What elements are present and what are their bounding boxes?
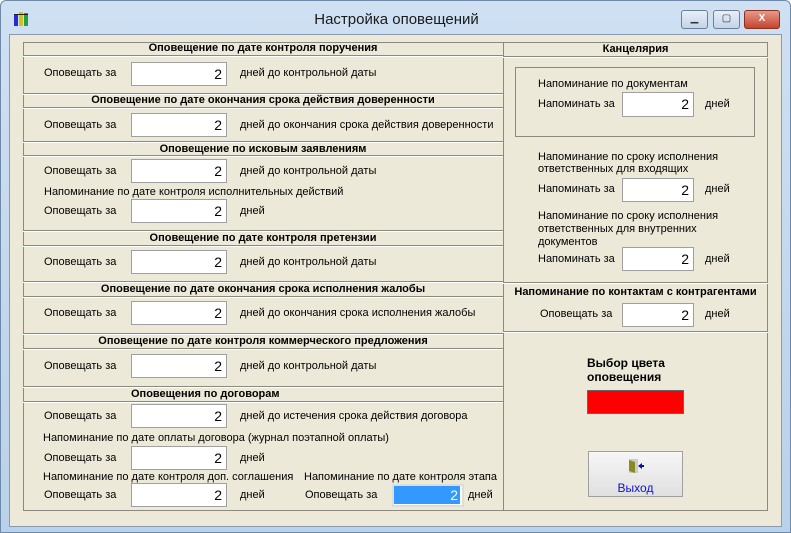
section-title: Канцелярия bbox=[602, 43, 669, 55]
window-title: Настройка оповещений bbox=[314, 11, 479, 28]
label: дней до контрольной даты bbox=[240, 360, 377, 372]
label: дней bbox=[705, 183, 730, 195]
label: ответственных для входящих bbox=[538, 163, 689, 175]
divider bbox=[503, 56, 768, 58]
label: Напоминание по сроку исполнения bbox=[538, 151, 719, 163]
section-title: Оповещение по дате контроля поручения bbox=[148, 42, 378, 54]
label: Напоминание по сроку исполнения bbox=[538, 210, 719, 222]
label: Напоминать за bbox=[538, 183, 615, 195]
order-control-days-input[interactable]: 2 bbox=[131, 62, 227, 86]
maximize-button[interactable]: ▢ bbox=[713, 10, 740, 29]
divider bbox=[503, 331, 768, 333]
label: документов bbox=[538, 236, 598, 248]
label: дней до контрольной даты bbox=[240, 165, 377, 177]
label: Напоминать за bbox=[538, 98, 615, 110]
label: дней bbox=[240, 205, 265, 217]
label: дней bbox=[240, 452, 265, 464]
label: дней bbox=[468, 489, 493, 501]
label: Оповещать за bbox=[44, 67, 117, 79]
exit-button[interactable]: Выход bbox=[588, 451, 683, 497]
section-title: Оповещение по дате окончания срока испол… bbox=[100, 283, 426, 295]
label: Напоминание по дате контроля доп. соглаш… bbox=[43, 471, 294, 483]
divider bbox=[23, 155, 503, 157]
label: Оповещать за bbox=[44, 205, 117, 217]
label: дней bbox=[240, 489, 265, 501]
label: Напоминать за bbox=[538, 253, 615, 265]
divider bbox=[23, 107, 503, 109]
lawsuit-days-input[interactable]: 2 bbox=[131, 159, 227, 183]
label: дней до контрольной даты bbox=[240, 256, 377, 268]
column-divider bbox=[503, 42, 504, 511]
label: Оповещать за bbox=[44, 256, 117, 268]
label: оповещения bbox=[587, 370, 662, 384]
label: дней bbox=[705, 98, 730, 110]
exit-label: Выход bbox=[617, 481, 654, 495]
complaint-days-input[interactable]: 2 bbox=[131, 301, 227, 325]
label: Оповещать за bbox=[44, 452, 117, 464]
divider bbox=[23, 296, 503, 298]
label: дней до истечения срока действия договор… bbox=[240, 410, 468, 422]
label: дней до окончания срока исполнения жалоб… bbox=[240, 307, 476, 319]
label: Выбор цвета bbox=[587, 356, 665, 370]
label: Оповещать за bbox=[44, 410, 117, 422]
power-of-attorney-days-input[interactable]: 2 bbox=[131, 113, 227, 137]
label: Напоминание по дате оплаты договора (жур… bbox=[43, 432, 389, 444]
label: ответственных для внутренних bbox=[538, 223, 697, 235]
incoming-days-input[interactable]: 2 bbox=[622, 178, 694, 202]
section-title: Оповещение по дате окончания срока дейст… bbox=[91, 94, 435, 106]
divider bbox=[23, 401, 503, 403]
divider bbox=[23, 55, 503, 57]
section-title: Оповещение по исковым заявлениям bbox=[159, 143, 367, 155]
label: Оповещать за bbox=[44, 119, 117, 131]
divider bbox=[23, 348, 503, 350]
selected-text: 2 bbox=[394, 486, 460, 504]
divider bbox=[23, 245, 503, 247]
label: дней bbox=[705, 253, 730, 265]
label: Напоминание по дате контроля исполнитель… bbox=[44, 186, 344, 198]
label: Оповещать за bbox=[44, 307, 117, 319]
color-swatch[interactable] bbox=[587, 390, 684, 414]
offer-days-input[interactable]: 2 bbox=[131, 354, 227, 378]
label: Напоминание по документам bbox=[538, 78, 688, 90]
documents-days-input[interactable]: 2 bbox=[622, 92, 694, 117]
section-title: Оповещения по договорам bbox=[131, 388, 280, 400]
exit-door-icon bbox=[629, 459, 644, 473]
supplement-days-input[interactable]: 2 bbox=[131, 483, 227, 507]
divider bbox=[503, 282, 768, 284]
contract-payment-days-input[interactable]: 2 bbox=[131, 446, 227, 470]
contacts-days-input[interactable]: 2 bbox=[622, 303, 694, 327]
stage-days-input[interactable]: 2 bbox=[392, 484, 464, 507]
label: Оповещать за bbox=[305, 489, 378, 501]
label: Оповещать за bbox=[44, 360, 117, 372]
section-title: Оповещение по дате контроля коммерческог… bbox=[98, 335, 428, 347]
enforcement-days-input[interactable]: 2 bbox=[131, 199, 227, 223]
close-button[interactable]: X bbox=[744, 10, 780, 29]
label: дней до контрольной даты bbox=[240, 67, 377, 79]
label: Напоминание по дате контроля этапа bbox=[304, 471, 498, 483]
label: Оповещать за bbox=[44, 489, 117, 501]
internal-days-input[interactable]: 2 bbox=[622, 247, 694, 271]
label: Оповещать за bbox=[540, 308, 613, 320]
minimize-button[interactable]: ▁ bbox=[681, 10, 708, 29]
label: дней до окончания срока действия доверен… bbox=[240, 119, 494, 131]
label: Оповещать за bbox=[44, 165, 117, 177]
label: дней bbox=[705, 308, 730, 320]
claim-days-input[interactable]: 2 bbox=[131, 250, 227, 274]
section-title: Оповещение по дате контроля претензии bbox=[149, 232, 377, 244]
contract-expiry-days-input[interactable]: 2 bbox=[131, 404, 227, 428]
section-title: Напоминание по контактам с контрагентами bbox=[514, 286, 757, 298]
